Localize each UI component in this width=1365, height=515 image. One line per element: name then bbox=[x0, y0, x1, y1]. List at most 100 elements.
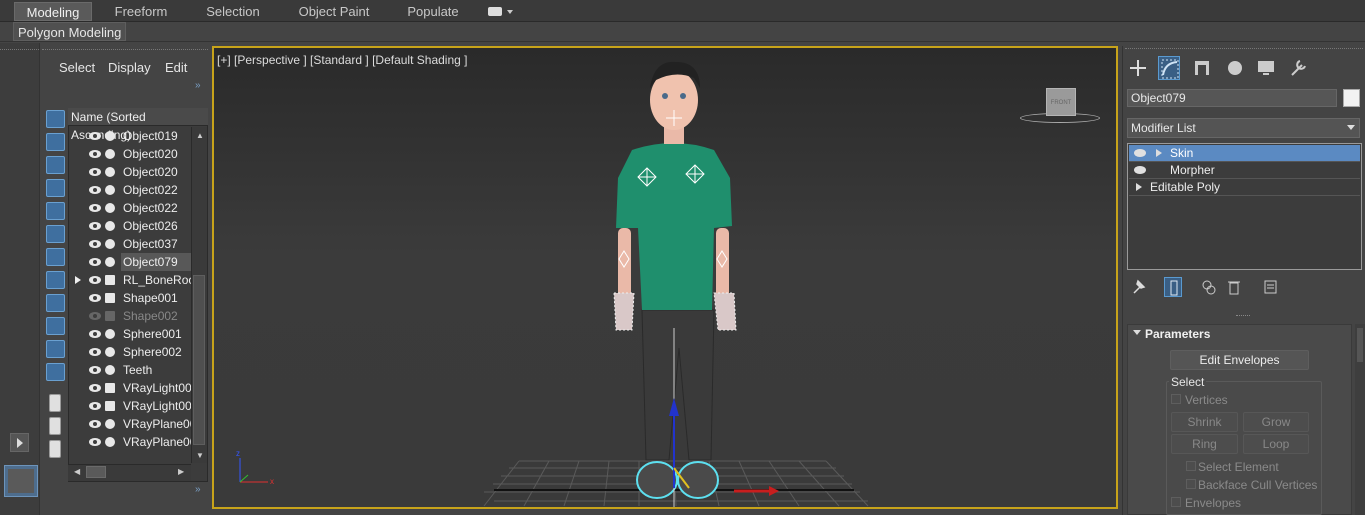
polygon-modeling-button[interactable]: Polygon Modeling bbox=[13, 22, 127, 41]
edit-envelopes-button[interactable]: Edit Envelopes bbox=[1170, 350, 1309, 370]
shrink-button[interactable]: Shrink bbox=[1171, 412, 1238, 432]
display-helpers-icon[interactable] bbox=[46, 202, 65, 220]
ring-button[interactable]: Ring bbox=[1171, 434, 1238, 454]
display-cameras-icon[interactable] bbox=[46, 179, 65, 197]
visibility-eye-icon[interactable] bbox=[89, 294, 101, 302]
list-column-header[interactable]: Name (Sorted Ascending) bbox=[68, 108, 208, 142]
display-containers-icon[interactable] bbox=[46, 317, 65, 335]
display-spacewarps-icon[interactable] bbox=[46, 225, 65, 243]
display-lights-icon[interactable] bbox=[46, 156, 65, 174]
pin-stack-icon[interactable] bbox=[1130, 277, 1148, 297]
object-name-field[interactable]: Object079 bbox=[1127, 89, 1337, 107]
configure-sets-icon[interactable] bbox=[1261, 277, 1279, 297]
chevron-down-icon[interactable] bbox=[507, 10, 513, 14]
display-tab[interactable] bbox=[1255, 56, 1277, 80]
eye-icon[interactable] bbox=[1134, 149, 1146, 157]
list-item[interactable]: Shape002 bbox=[69, 307, 190, 325]
ribbon-options-icon[interactable] bbox=[488, 7, 502, 16]
stack-item-editable-poly[interactable]: Editable Poly bbox=[1129, 179, 1360, 196]
visibility-eye-icon[interactable] bbox=[89, 402, 101, 410]
hierarchy-tab[interactable] bbox=[1191, 56, 1213, 80]
expand-arrow-icon[interactable] bbox=[1156, 149, 1162, 157]
tab-modeling[interactable]: Modeling bbox=[14, 2, 92, 21]
display-particles-icon[interactable] bbox=[46, 340, 65, 358]
list-item[interactable]: Object022 bbox=[69, 181, 190, 199]
panel-splitter[interactable] bbox=[1236, 315, 1250, 318]
visibility-eye-icon[interactable] bbox=[89, 276, 101, 284]
list-item[interactable]: Sphere002 bbox=[69, 343, 190, 361]
scroll-right-icon[interactable]: ▶ bbox=[178, 467, 184, 476]
visibility-eye-icon[interactable] bbox=[89, 150, 101, 158]
chevron-down-icon[interactable] bbox=[1347, 125, 1355, 130]
tab-populate[interactable]: Populate bbox=[400, 2, 466, 21]
visibility-eye-icon[interactable] bbox=[89, 438, 101, 446]
expand-panel-button[interactable] bbox=[10, 433, 29, 452]
visibility-eye-icon[interactable] bbox=[89, 420, 101, 428]
show-end-result-icon[interactable] bbox=[1164, 277, 1182, 297]
explorer-menu-display[interactable]: Display bbox=[108, 60, 151, 75]
display-groups-icon[interactable] bbox=[46, 248, 65, 266]
visibility-eye-icon[interactable] bbox=[89, 258, 101, 266]
viewport-layout-button[interactable] bbox=[4, 465, 38, 497]
visibility-eye-icon[interactable] bbox=[89, 132, 101, 140]
list-item[interactable]: Teeth bbox=[69, 361, 190, 379]
tab-freeform[interactable]: Freeform bbox=[108, 2, 174, 21]
modify-tab[interactable] bbox=[1158, 56, 1180, 80]
scroll-up-icon[interactable]: ▲ bbox=[196, 131, 204, 140]
list-item[interactable]: RL_BoneRoot bbox=[69, 271, 191, 289]
envelopes-checkbox[interactable] bbox=[1171, 497, 1181, 507]
visibility-eye-icon[interactable] bbox=[89, 384, 101, 392]
list-item[interactable]: Object022 bbox=[69, 199, 190, 217]
trash-icon[interactable] bbox=[1225, 277, 1243, 297]
scroll-left-icon[interactable]: ◀ bbox=[74, 467, 80, 476]
list-item[interactable]: VRayLight002 bbox=[69, 397, 191, 415]
select-element-checkbox[interactable] bbox=[1186, 461, 1196, 471]
visibility-eye-icon[interactable] bbox=[89, 204, 101, 212]
double-chevron-icon[interactable]: » bbox=[195, 80, 201, 91]
list-item[interactable]: Sphere001 bbox=[69, 325, 190, 343]
list-item[interactable]: VRayLight001 bbox=[69, 379, 191, 397]
visibility-eye-icon[interactable] bbox=[89, 330, 101, 338]
tab-selection[interactable]: Selection bbox=[198, 2, 268, 21]
vertices-checkbox[interactable] bbox=[1171, 394, 1181, 404]
modifier-list-dropdown[interactable]: Modifier List bbox=[1127, 118, 1360, 138]
grow-button[interactable]: Grow bbox=[1243, 412, 1309, 432]
expand-arrow-icon[interactable] bbox=[75, 276, 81, 284]
rollout-collapse-icon[interactable] bbox=[1133, 330, 1141, 335]
list-item[interactable]: Object020 bbox=[69, 163, 190, 181]
create-tab[interactable] bbox=[1127, 56, 1149, 80]
list-item[interactable]: VRayPlane002 bbox=[69, 433, 191, 451]
stack-item-morpher[interactable]: Morpher bbox=[1129, 162, 1360, 179]
explorer-menu-edit[interactable]: Edit bbox=[165, 60, 187, 75]
list-icon[interactable] bbox=[49, 440, 61, 458]
list-item[interactable]: Object019 bbox=[69, 127, 190, 145]
display-bones-icon[interactable] bbox=[46, 294, 65, 312]
list-scroll-thumb[interactable] bbox=[193, 275, 205, 445]
display-geometry-icon[interactable] bbox=[46, 110, 65, 128]
stack-item-skin[interactable]: Skin bbox=[1129, 145, 1360, 162]
visibility-eye-icon[interactable] bbox=[89, 348, 101, 356]
list-item[interactable]: Shape001 bbox=[69, 289, 190, 307]
visibility-eye-icon[interactable] bbox=[89, 186, 101, 194]
layer-icon[interactable] bbox=[49, 394, 61, 412]
list-item[interactable]: Object026 bbox=[69, 217, 190, 235]
visibility-eye-icon[interactable] bbox=[89, 240, 101, 248]
visibility-eye-icon[interactable] bbox=[89, 222, 101, 230]
parameters-title[interactable]: Parameters bbox=[1145, 327, 1210, 341]
display-shapes-icon[interactable] bbox=[46, 133, 65, 151]
visibility-eye-icon[interactable] bbox=[89, 366, 101, 374]
list-item[interactable]: VRayPlane001 bbox=[69, 415, 191, 433]
object-color-swatch[interactable] bbox=[1343, 89, 1360, 107]
scroll-down-icon[interactable]: ▼ bbox=[196, 451, 204, 460]
command-panel-scroll-thumb[interactable] bbox=[1357, 328, 1363, 362]
sheet-icon[interactable] bbox=[49, 417, 61, 435]
explorer-menu-select[interactable]: Select bbox=[59, 60, 95, 75]
eye-icon[interactable] bbox=[1134, 166, 1146, 174]
motion-tab[interactable] bbox=[1224, 56, 1246, 80]
expand-arrow-icon[interactable] bbox=[1136, 183, 1142, 191]
backface-cull-checkbox[interactable] bbox=[1186, 479, 1196, 489]
tab-object-paint[interactable]: Object Paint bbox=[292, 2, 376, 21]
list-hscroll-thumb[interactable] bbox=[86, 466, 106, 478]
display-xrefs-icon[interactable] bbox=[46, 271, 65, 289]
list-item[interactable]: Object037 bbox=[69, 235, 190, 253]
